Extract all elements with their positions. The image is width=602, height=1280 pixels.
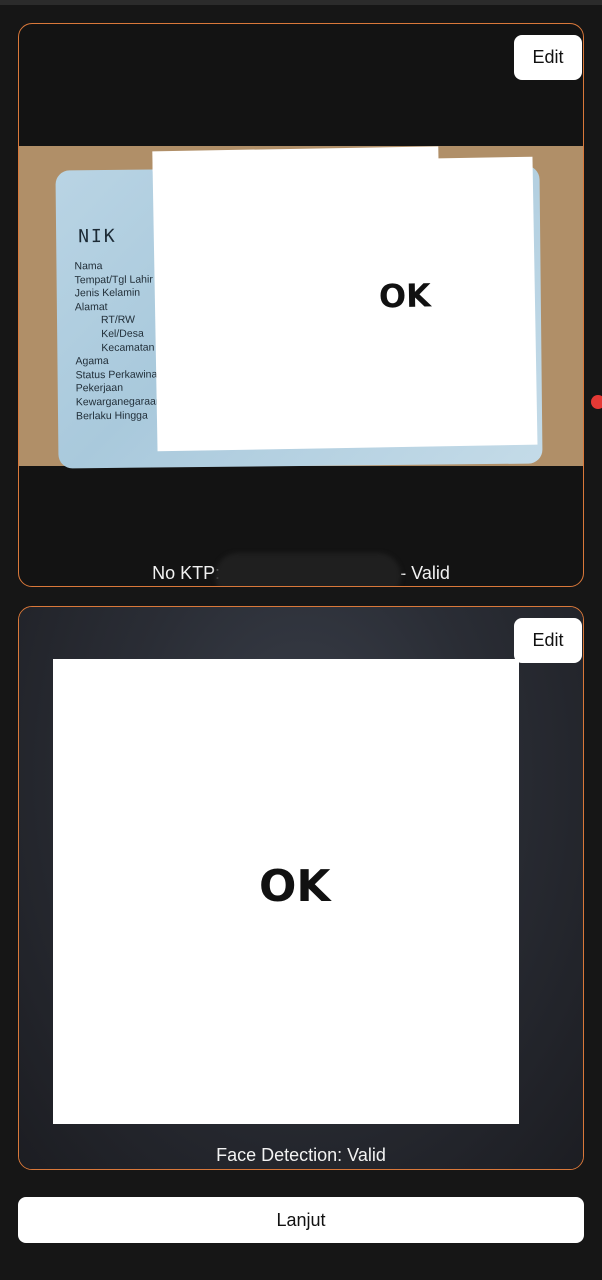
ktp-card: NIK Nama Tempat/Tgl Lahir Jenis Kelamin …	[18, 23, 584, 587]
ktp-redaction-box: OK	[152, 146, 538, 452]
face-ok-label: OK	[259, 861, 331, 912]
face-redaction-box: OK	[53, 659, 519, 1124]
ktp-field: Kewarganegaraan	[75, 395, 162, 409]
ktp-field: Status Perkawinan	[75, 368, 164, 382]
ktp-field: Jenis Kelamin	[74, 286, 141, 300]
top-status-strip	[0, 0, 602, 5]
continue-button[interactable]: Lanjut	[18, 1197, 584, 1243]
ktp-caption-suffix: - Valid	[400, 563, 450, 583]
ktp-field: RT/RW	[100, 314, 136, 327]
ktp-field: Agama	[75, 355, 109, 368]
recording-indicator	[591, 395, 602, 409]
ktp-field: Pekerjaan	[75, 382, 124, 395]
ktp-caption-prefix: No KTP:	[152, 563, 221, 583]
ktp-photo: NIK Nama Tempat/Tgl Lahir Jenis Kelamin …	[19, 146, 583, 469]
face-caption: Face Detection: Valid	[216, 1145, 386, 1165]
ktp-field-list: Nama Tempat/Tgl Lahir Jenis Kelamin Alam…	[74, 259, 163, 423]
face-card: OK Edit Face Detection: Valid	[18, 606, 584, 1170]
ktp-number-blur	[215, 553, 401, 586]
ktp-ok-label: OK	[378, 276, 432, 316]
ktp-field: Kecamatan	[101, 341, 155, 354]
ktp-field: Berlaku Hingga	[75, 409, 148, 422]
ktp-field: Alamat	[74, 300, 108, 314]
ktp-field: Tempat/Tgl Lahir	[74, 273, 153, 286]
ktp-edit-button[interactable]: Edit	[514, 35, 582, 80]
ktp-field: Nama	[74, 260, 103, 273]
ktp-field: Kel/Desa	[101, 327, 144, 341]
face-edit-button[interactable]: Edit	[514, 618, 582, 663]
redaction-tab	[152, 146, 439, 172]
nik-label: NIK	[78, 225, 117, 248]
